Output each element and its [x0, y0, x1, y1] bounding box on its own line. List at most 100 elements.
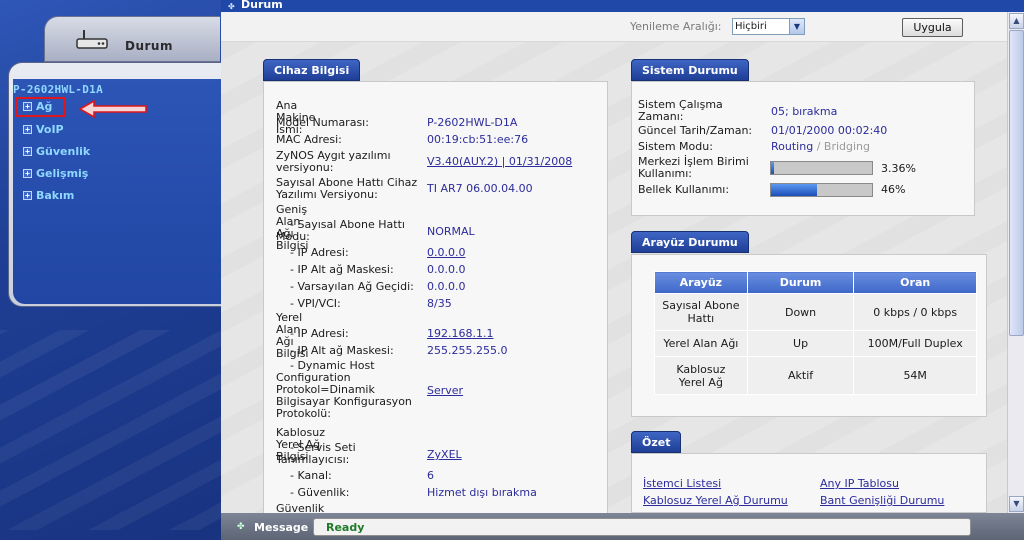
expand-icon: + [23, 146, 32, 156]
sidebar-item-advanced[interactable]: + Gelişmiş [23, 165, 88, 181]
field-label: Zamanı: [638, 110, 684, 123]
bullet-icon: ✤ [228, 2, 235, 11]
main-content: Yenileme Aralığı: Hiçbiri ▼ Uygula Cihaz… [221, 12, 1007, 513]
field-label: Güvenlik [276, 502, 325, 514]
device-info-heading: Cihaz Bilgisi [263, 59, 361, 81]
status-bar: ✤ Message Ready [221, 513, 1024, 540]
field-label: Yazılımı Versiyonu: [276, 188, 378, 201]
status-tab-label: Durum [125, 39, 173, 53]
cpu-usage-bar [770, 161, 873, 175]
expand-icon: + [23, 168, 32, 178]
cpu-usage-fill [771, 162, 775, 174]
status-message-field: Ready [313, 518, 971, 536]
field-value: 00:19:cb:51:ee:76 [427, 133, 529, 146]
memory-usage-value: 46% [881, 183, 906, 196]
interface-name: Yerel Alan Ağı [663, 337, 739, 350]
expand-icon: + [23, 190, 32, 200]
field-value: TI AR7 06.00.04.00 [427, 182, 533, 195]
interface-status: Down [746, 293, 855, 331]
interface-name: Sayısal Abone [662, 299, 740, 312]
scrollbar-thumb[interactable] [1009, 30, 1024, 336]
scroll-up-icon[interactable]: ▲ [1009, 13, 1024, 29]
sidebar-item-maintenance[interactable]: + Bakım [23, 187, 74, 203]
field-label: MAC Adresi: [276, 133, 342, 146]
field-label: - IP Alt ağ Maskesi: [290, 344, 394, 357]
window-title: Durum [241, 0, 283, 11]
field-value: 0.0.0.0 [427, 280, 466, 293]
dhcp-server-link[interactable]: Server [427, 385, 463, 397]
summary-panel: İstemci Listesi Any IP Tablosu Kablosuz … [631, 453, 987, 513]
field-label: Protokolü: [276, 407, 331, 420]
refresh-interval-select[interactable]: Hiçbiri ▼ [732, 18, 805, 35]
memory-usage-bar [770, 183, 873, 197]
highlight-box [15, 97, 65, 117]
table-row: Kablosuz Yerel Ağ Aktif 54M [654, 356, 977, 395]
device-model-title: P-2602HWL-D1A [13, 83, 103, 96]
field-label: Kullanımı: [638, 167, 692, 180]
field-label: - Varsayılan Ağ Geçidi: [290, 280, 414, 293]
refresh-interval-value: Hiçbiri [735, 21, 767, 32]
field-label: - IP Alt ağ Maskesi: [290, 263, 394, 276]
refresh-interval-label: Yenileme Aralığı: [630, 20, 722, 33]
toolbar [221, 12, 1007, 42]
device-info-panel: Ana Makine İsmi: Model Numarası: P-2602H… [263, 81, 608, 513]
column-header: Oran [853, 271, 977, 294]
status-bar-label: Message [254, 521, 309, 534]
field-value: 6 [427, 469, 434, 482]
field-value: 01/01/2000 00:02:40 [771, 124, 888, 137]
expand-icon: + [23, 124, 32, 134]
client-list-link[interactable]: İstemci Listesi [643, 477, 721, 490]
red-arrow-annotation [78, 100, 147, 118]
sidebar-item-label: Bakım [36, 188, 75, 202]
sidebar-item-label: Gelişmiş [36, 166, 89, 180]
wlan-status-link[interactable]: Kablosuz Yerel Ağ Durumu [643, 494, 788, 507]
interface-name: Yerel Ağ [678, 375, 723, 389]
table-row: Sayısal Abone Hattı Down 0 kbps / 0 kbps [654, 293, 977, 331]
mode-separator: / [816, 140, 821, 153]
left-navigation: Durum P-2602HWL-D1A + Ağ + VoIP + Güvenl… [0, 0, 221, 540]
apply-button[interactable]: Uygula [902, 18, 963, 37]
table-cell: Yerel Alan Ağı [654, 330, 748, 357]
interface-status-heading: Arayüz Durumu [631, 231, 749, 253]
system-status-panel: Sistem Çalışma Zamanı: 05; bırakma Günce… [631, 81, 975, 216]
field-value: NORMAL [427, 225, 475, 238]
table-cell: Sayısal Abone Hattı [654, 293, 748, 331]
field-label: - IP Adresi: [290, 327, 349, 340]
scroll-down-icon[interactable]: ▼ [1009, 496, 1024, 512]
router-icon [76, 30, 108, 49]
wan-ip-link[interactable]: 0.0.0.0 [427, 247, 465, 259]
memory-usage-fill [771, 184, 818, 196]
field-value: 255.255.255.0 [427, 344, 508, 357]
field-label: versiyonu: [276, 161, 334, 174]
field-label: - Kanal: [290, 469, 332, 482]
field-value: 8/35 [427, 297, 452, 310]
sidebar-item-label: Güvenlik [36, 144, 91, 158]
any-ip-table-link[interactable]: Any IP Tablosu [820, 477, 899, 490]
column-header: Durum [746, 271, 855, 294]
title-bar: ✤ Durum [221, 0, 1024, 12]
field-label: - VPI/VCI: [290, 297, 341, 310]
mode-routing: Routing [771, 140, 814, 153]
bandwidth-status-link[interactable]: Bant Genişliği Durumu [820, 494, 944, 507]
lan-ip-link[interactable]: 192.168.1.1 [427, 328, 493, 340]
sidebar-item-voip[interactable]: + VoIP [23, 121, 64, 137]
sidebar-item-label: VoIP [36, 122, 64, 136]
field-label: Modu: [276, 230, 310, 243]
vertical-scrollbar[interactable]: ▲ ▼ [1007, 12, 1024, 513]
table-cell: Kablosuz Yerel Ağ [654, 356, 748, 395]
status-tab[interactable]: Durum [44, 16, 220, 62]
chevron-down-icon[interactable]: ▼ [789, 19, 804, 34]
field-label: - IP Adresi: [290, 246, 349, 259]
message-icon: ✤ [237, 522, 245, 532]
status-message: Ready [326, 521, 365, 534]
interface-table: Arayüz Durum Oran Sayısal Abone Hattı Do… [654, 271, 977, 395]
sidebar-item-security[interactable]: + Güvenlik [23, 143, 90, 159]
interface-name: Kablosuz [676, 362, 726, 376]
interface-rate: 100M/Full Duplex [853, 330, 977, 357]
field-label: Sistem Modu: [638, 140, 713, 153]
system-status-heading: Sistem Durumu [631, 59, 749, 81]
field-value: Hizmet dışı bırakma [427, 486, 537, 499]
field-value: 05; bırakma [771, 105, 838, 118]
firmware-version-link[interactable]: V3.40(AUY.2) | 01/31/2008 [427, 156, 572, 168]
ssid-link[interactable]: ZyXEL [427, 449, 462, 461]
